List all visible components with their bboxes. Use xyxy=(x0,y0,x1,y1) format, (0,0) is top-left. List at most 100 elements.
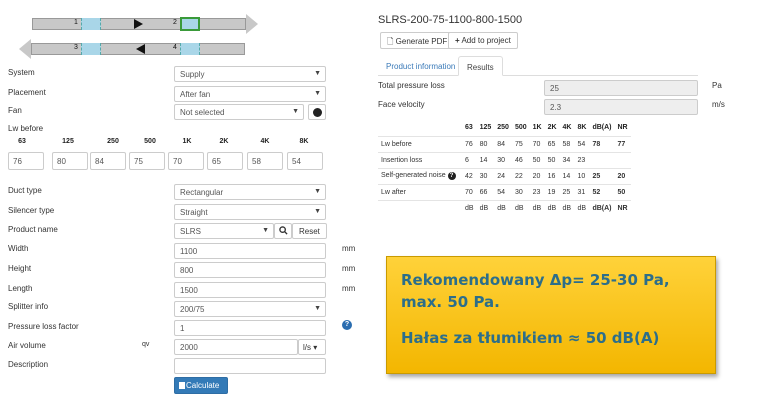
tab-results[interactable]: Results xyxy=(458,56,503,76)
add-to-project-label: Add to project xyxy=(461,36,511,45)
air-volume-unit: l/s xyxy=(303,343,311,352)
table-cell xyxy=(378,199,462,216)
height-input[interactable]: 800 xyxy=(174,262,326,278)
band-header-4k: 4K xyxy=(260,138,270,145)
arrow-right-icon xyxy=(246,14,258,34)
splitter-info-select[interactable]: 200/75 ▼ xyxy=(174,301,326,317)
chevron-down-icon: ▼ xyxy=(314,70,321,77)
self-generated-noise-label: Self-generated noise xyxy=(381,172,446,179)
air-volume-unit-dropdown[interactable]: l/s ▾ xyxy=(298,339,326,355)
add-to-project-button[interactable]: + Add to project xyxy=(448,32,518,49)
table-cell: 46 xyxy=(511,151,530,168)
system-label: System xyxy=(8,68,35,77)
duct-segment-2[interactable] xyxy=(180,17,200,31)
plus-icon: + xyxy=(455,36,460,45)
duct-type-label: Duct type xyxy=(8,186,42,195)
duct-segment-4[interactable] xyxy=(180,43,200,55)
table-units-row: dB dB dB dB dB dB dB dB dB(A) NR xyxy=(378,199,631,216)
air-volume-input[interactable]: 2000 xyxy=(174,339,298,355)
table-header: 4K xyxy=(562,124,572,132)
tab-product-information[interactable]: Product information xyxy=(378,56,463,76)
silencer-type-select[interactable]: Straight ▼ xyxy=(174,204,326,220)
band-header-2k: 2K xyxy=(219,138,229,145)
table-cell: 50 xyxy=(614,183,631,200)
product-name-label: Product name xyxy=(8,225,58,234)
calculate-button[interactable]: Calculate xyxy=(174,377,228,394)
table-cell: 54 xyxy=(574,135,590,152)
face-velocity-label: Face velocity xyxy=(378,100,425,109)
help-icon[interactable]: ? xyxy=(447,172,456,180)
lw-input-500[interactable]: 75 xyxy=(129,152,165,170)
recommendation-note: Rekomendowany Δp= 25-30 Pa, max. 50 Pa. … xyxy=(386,256,716,374)
table-cell: 19 xyxy=(544,183,560,200)
pressure-loss-factor-input[interactable]: 1 xyxy=(174,320,326,336)
chevron-down-icon: ▼ xyxy=(314,208,321,215)
placement-label: Placement xyxy=(8,88,46,97)
lw-input-4k[interactable]: 58 xyxy=(247,152,283,170)
duct-type-value: Rectangular xyxy=(180,188,224,197)
product-name-select[interactable]: SLRS ▼ xyxy=(174,223,274,239)
lw-input-250[interactable]: 84 xyxy=(90,152,126,170)
calculator-icon xyxy=(179,382,185,389)
play-icon xyxy=(313,108,322,117)
placement-select[interactable]: After fan ▼ xyxy=(174,86,326,102)
table-cell: dB xyxy=(544,199,560,216)
lw-input-125[interactable]: 80 xyxy=(52,152,88,170)
length-unit: mm xyxy=(342,284,356,293)
description-input[interactable] xyxy=(174,358,326,374)
note-line-3: Hałas za tłumikiem ≈ 50 dB(A) xyxy=(401,329,660,347)
pressure-loss-factor-label: Pressure loss factor xyxy=(8,322,79,331)
table-row: Lw after 70 66 54 30 23 19 25 31 52 50 xyxy=(378,183,631,200)
air-volume-label: Air volume xyxy=(8,341,46,350)
chevron-down-icon: ▼ xyxy=(314,90,321,97)
table-cell: 24 xyxy=(494,167,512,184)
total-pressure-loss-value: 25 xyxy=(544,80,698,96)
segment-number-3: 3 xyxy=(74,44,78,51)
table-cell: 34 xyxy=(559,151,575,168)
reset-button[interactable]: Reset xyxy=(292,223,327,239)
duct-segment-3[interactable] xyxy=(81,43,101,55)
table-header: 8K xyxy=(577,124,587,132)
table-cell: 22 xyxy=(511,167,530,184)
length-label: Length xyxy=(8,284,33,293)
table-header: 2K xyxy=(547,124,557,132)
length-input[interactable]: 1500 xyxy=(174,282,326,298)
search-button[interactable] xyxy=(274,223,292,239)
duct-segment-1[interactable] xyxy=(81,18,101,30)
table-cell: 65 xyxy=(544,135,560,152)
lw-input-1k[interactable]: 70 xyxy=(168,152,204,170)
table-cell: dB xyxy=(462,199,477,216)
table-cell: dB(A) xyxy=(589,199,615,216)
table-cell: 76 xyxy=(462,135,477,152)
generate-pdf-button[interactable]: 🗋 Generate PDF xyxy=(380,32,455,49)
width-input[interactable]: 1100 xyxy=(174,243,326,259)
lw-input-8k[interactable]: 54 xyxy=(287,152,323,170)
table-cell: 30 xyxy=(511,183,530,200)
table-cell: 52 xyxy=(589,183,615,200)
results-table: 63 125 250 500 1K 2K 4K 8K dB(A) NR Lw b… xyxy=(378,120,631,216)
table-cell: dB xyxy=(574,199,590,216)
system-select[interactable]: Supply ▼ xyxy=(174,66,326,82)
fan-select[interactable]: Not selected ▼ xyxy=(174,104,304,120)
duct-type-select[interactable]: Rectangular ▼ xyxy=(174,184,326,200)
calculate-label: Calculate xyxy=(186,381,220,390)
table-cell: 66 xyxy=(476,183,495,200)
table-cell: dB xyxy=(559,199,575,216)
segment-number-4: 4 xyxy=(173,44,177,51)
segment-number-1: 1 xyxy=(74,19,78,26)
lw-input-63[interactable]: 76 xyxy=(8,152,44,170)
table-header xyxy=(378,120,462,136)
table-cell: 78 xyxy=(589,135,615,152)
band-header-1k: 1K xyxy=(182,138,192,145)
table-header: 250 xyxy=(497,124,509,132)
table-cell: 25 xyxy=(559,183,575,200)
band-header-500: 500 xyxy=(144,138,156,145)
table-header: 125 xyxy=(479,124,492,132)
help-icon[interactable]: ? xyxy=(342,320,352,330)
table-cell xyxy=(589,151,615,168)
product-name-value: SLRS xyxy=(180,227,201,236)
splitter-info-label: Splitter info xyxy=(8,302,49,311)
lw-input-2k[interactable]: 65 xyxy=(207,152,243,170)
fan-play-button[interactable] xyxy=(308,104,326,120)
table-header: 63 xyxy=(465,124,473,132)
